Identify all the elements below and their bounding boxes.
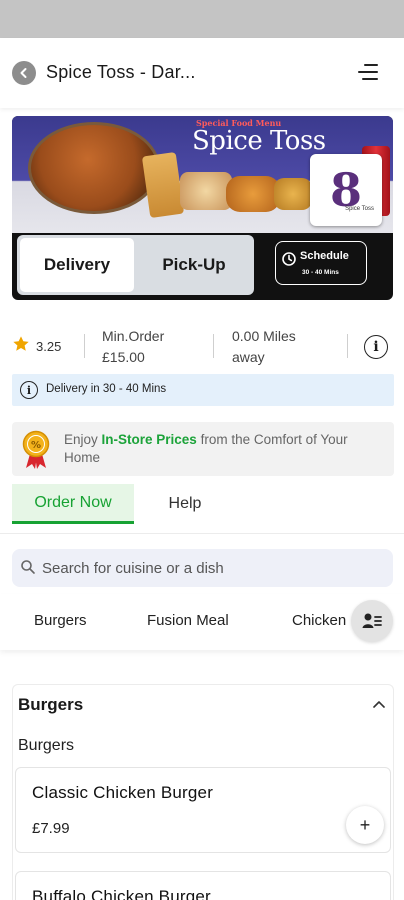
- banner-brand: Spice Toss: [192, 126, 326, 156]
- schedule-label: Schedule: [300, 250, 349, 262]
- order-tabs: Order Now Help: [0, 484, 404, 534]
- min-order-value: £15.00: [102, 349, 145, 365]
- restaurant-stats: 3.25 Min.Order £15.00 0.00 Miles away i: [0, 322, 404, 372]
- menu-item[interactable]: Classic Chicken Burger £7.99 +: [15, 767, 391, 853]
- menu-item[interactable]: Buffalo Chicken Burger: [15, 871, 391, 900]
- tab-help[interactable]: Help: [150, 484, 220, 524]
- min-order: Min.Order £15.00: [102, 326, 164, 368]
- menu-item-name: Buffalo Chicken Burger: [32, 887, 211, 900]
- hamburger-menu-icon: [364, 64, 378, 66]
- chevron-up-icon[interactable]: [371, 697, 387, 713]
- svg-text:%: %: [31, 440, 41, 451]
- delivery-time-text: Delivery in 30 - 40 Mins: [46, 383, 167, 395]
- divider: [84, 334, 85, 358]
- discount-badge-icon: %: [22, 430, 50, 469]
- divider: [347, 334, 348, 358]
- info-icon: i: [20, 381, 38, 399]
- info-icon[interactable]: i: [364, 335, 388, 359]
- delivery-option[interactable]: Delivery: [20, 238, 134, 292]
- menu-item-name: Classic Chicken Burger: [32, 783, 214, 802]
- category-burgers[interactable]: Burgers: [34, 612, 87, 629]
- clock-icon: [282, 252, 296, 266]
- distance: 0.00 Miles away: [232, 326, 296, 368]
- schedule-time: 30 - 40 Mins: [302, 269, 339, 276]
- distance-label: away: [232, 349, 265, 365]
- search-input[interactable]: [42, 549, 382, 587]
- restaurant-banner-image: Special Food Menu Spice Toss 8 Spice Tos…: [12, 116, 393, 233]
- pickup-option[interactable]: Pick-Up: [137, 238, 251, 292]
- menu-item-price: £7.99: [32, 820, 70, 837]
- search-bar: [12, 549, 393, 587]
- hamburger-menu-button[interactable]: [356, 64, 378, 82]
- status-bar: [0, 0, 404, 38]
- promo-text: Enjoy In-Store Prices from the Comfort o…: [64, 432, 348, 465]
- delivery-time-banner: i Delivery in 30 - 40 Mins: [12, 374, 394, 406]
- search-icon: [21, 560, 35, 574]
- star-icon: [13, 336, 29, 351]
- menu-section: Burgers Burgers Classic Chicken Burger £…: [12, 684, 394, 900]
- rating-value: 3.25: [36, 339, 62, 354]
- delivery-mode-toggle: Delivery Pick-Up: [17, 235, 254, 295]
- promo-highlight: In-Store Prices: [101, 432, 197, 447]
- section-subheading: Burgers: [18, 737, 75, 754]
- category-chicken[interactable]: Chicken: [292, 612, 346, 629]
- wrap-graphic: [141, 151, 185, 219]
- tab-order-now[interactable]: Order Now: [12, 484, 134, 524]
- category-list-icon: [362, 613, 382, 628]
- add-item-button[interactable]: +: [346, 806, 384, 844]
- category-bar: Burgers Fusion Meal Chicken: [0, 594, 404, 650]
- restaurant-hero: Special Food Menu Spice Toss 8 Spice Tos…: [12, 116, 393, 300]
- divider: [213, 334, 214, 358]
- chevron-left-icon: [20, 68, 27, 78]
- min-order-label: Min.Order: [102, 328, 165, 344]
- restaurant-logo: 8 Spice Toss: [310, 154, 382, 226]
- distance-value: 0.00 Miles: [232, 328, 296, 344]
- schedule-button[interactable]: Schedule 30 - 40 Mins: [275, 241, 367, 285]
- category-fusion-meal[interactable]: Fusion Meal: [147, 612, 229, 629]
- logo-text: Spice Toss: [345, 206, 374, 212]
- page-title: Spice Toss - Dar...: [46, 62, 196, 82]
- back-button[interactable]: [12, 61, 36, 85]
- section-title: Burgers: [18, 695, 84, 714]
- category-list-button[interactable]: [351, 600, 393, 642]
- app-header: Spice Toss - Dar...: [0, 38, 404, 108]
- food-plate-graphic: [28, 122, 160, 214]
- promo-banner: % Enjoy In-Store Prices from the Comfort…: [12, 422, 394, 476]
